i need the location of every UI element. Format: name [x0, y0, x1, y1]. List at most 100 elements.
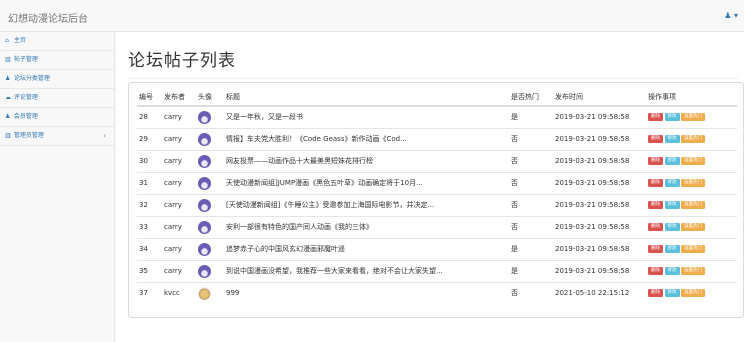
- post-time: 2019-03-21 09:58:58: [553, 127, 646, 150]
- post-title: 网友投票——动画作品十大最美黑短妹花排行榜: [224, 149, 509, 172]
- delete-button[interactable]: 删除: [648, 245, 663, 253]
- post-time: 2021-05-10 22:15:12: [553, 281, 646, 304]
- post-id: 35: [137, 259, 162, 282]
- sidebar-item-posts[interactable]: ▥ 帖子管理: [0, 51, 114, 70]
- post-id: 32: [137, 193, 162, 216]
- avatar: [198, 110, 211, 124]
- dashboard-icon: ⌂: [5, 37, 9, 44]
- column-header-actions: 操作事项: [646, 88, 737, 107]
- delete-button[interactable]: 删除: [648, 113, 663, 122]
- avatar-cell: [196, 281, 224, 304]
- avatar-cell: [196, 193, 224, 216]
- post-time: 2019-03-21 09:58:58: [553, 193, 646, 216]
- set-hot-button[interactable]: 设置热门: [681, 113, 705, 122]
- sidebar-item-members[interactable]: ♟ 会员管理: [0, 108, 114, 127]
- column-header-id: 编号: [137, 88, 162, 107]
- sidebar-item-admins[interactable]: ▥ 管理员管理 ‹: [0, 127, 114, 146]
- sidebar-item-label: 评论管理: [13, 94, 38, 101]
- set-hot-button[interactable]: 设置热门: [681, 289, 705, 298]
- post-hot-status: 否: [509, 171, 553, 194]
- post-title: 安利一部很有特色的国产同人动画《我的三体》: [224, 215, 509, 238]
- table-header-row: 编号 发布者 头像 标题 是否热门 发布时间 操作事项: [137, 88, 737, 107]
- post-id: 37: [137, 281, 162, 304]
- sidebar-item-comments[interactable]: ☁ 评论管理: [0, 89, 114, 108]
- actions-cell: 删除 修改 设置热门: [646, 171, 737, 194]
- divider: [128, 78, 738, 79]
- set-hot-button[interactable]: 设置热门: [681, 223, 705, 231]
- edit-button[interactable]: 修改: [664, 201, 680, 209]
- main-content: 论坛帖子列表 编号 发布者 头像 标题 是否热门 发布时间 操作事项 28 car…: [116, 32, 744, 342]
- post-hot-status: 否: [509, 127, 553, 150]
- avatar: [198, 286, 211, 300]
- avatar: [198, 264, 211, 278]
- set-hot-button[interactable]: 设置热门: [681, 201, 705, 209]
- delete-button[interactable]: 删除: [648, 289, 663, 298]
- table-row: 34 carry 追梦赤子心的中国风玄幻漫画邪魔叶遥是 2019-03-21 09:5…: [137, 237, 737, 260]
- delete-button[interactable]: 删除: [648, 201, 663, 209]
- post-id: 28: [137, 105, 162, 128]
- sidebar-item-categories[interactable]: ♟ 论坛分类管理: [0, 70, 114, 89]
- delete-button[interactable]: 删除: [648, 267, 663, 275]
- sidebar-item-label: 帖子管理: [13, 56, 38, 63]
- avatar: [198, 176, 211, 190]
- sidebar-item-label: 主页: [13, 37, 26, 44]
- edit-button[interactable]: 修改: [664, 289, 680, 298]
- actions-cell: 删除 修改 设置热门: [646, 149, 737, 172]
- post-author: carry: [162, 193, 196, 216]
- post-hot-status: 是: [509, 237, 553, 260]
- set-hot-button[interactable]: 设置热门: [681, 157, 705, 165]
- column-header-hot: 是否热门: [509, 88, 553, 107]
- avatar: [198, 154, 211, 168]
- avatar-cell: [196, 237, 224, 260]
- column-header-time: 发布时间: [553, 88, 646, 107]
- post-time: 2019-03-21 09:58:58: [553, 105, 646, 128]
- post-author: carry: [162, 259, 196, 282]
- edit-button[interactable]: 修改: [664, 157, 680, 165]
- sidebar-item-label: 论坛分类管理: [13, 75, 50, 82]
- user-icon: ♟: [5, 75, 11, 82]
- table-row: 33 carry 安利一部很有特色的国产同人动画《我的三体》否 2019-03-21 …: [137, 215, 737, 238]
- avatar: [198, 220, 211, 234]
- sidebar: ⌂ 主页 ▥ 帖子管理 ♟ 论坛分类管理 ☁ 评论管理 ♟ 会员管理 ▥ 管理员…: [0, 32, 115, 342]
- post-title: 999: [224, 281, 509, 304]
- set-hot-button[interactable]: 设置热门: [681, 179, 705, 187]
- post-author: carry: [162, 215, 196, 238]
- edit-button[interactable]: 修改: [664, 113, 680, 122]
- post-title: 天使动漫新闻组]JUMP漫画《黑色五叶草》动画确定将于10月...: [224, 171, 509, 194]
- post-hot-status: 是: [509, 105, 553, 128]
- post-time: 2019-03-21 09:58:58: [553, 215, 646, 238]
- delete-button[interactable]: 删除: [648, 223, 663, 231]
- sidebar-item-label: 会员管理: [13, 113, 38, 120]
- table-row: 37 kvcc 999 否 2021-05-10 22:15:12 删除 修改 设置热门: [137, 281, 737, 304]
- post-author: carry: [162, 171, 196, 194]
- table-row: 31 carry 天使动漫新闻组]JUMP漫画《黑色五叶草》动画确定将于10月...…: [137, 171, 737, 194]
- table-row: 29 carry 情报】车夫党大胜利！《Code Geass》新作动画《Cod...…: [137, 127, 737, 150]
- actions-cell: 删除 修改 设置热门: [646, 237, 737, 260]
- actions-cell: 删除 修改 设置热门: [646, 259, 737, 282]
- app-brand[interactable]: 幻想动漫论坛后台: [8, 10, 88, 25]
- table-row: 35 carry 到说中国漫画没希望，我推荐一些大家来看看，绝对不会让大家失望...…: [137, 259, 737, 282]
- set-hot-button[interactable]: 设置热门: [681, 245, 705, 253]
- edit-button[interactable]: 修改: [664, 135, 680, 143]
- set-hot-button[interactable]: 设置热门: [681, 267, 705, 275]
- sidebar-item-label: 管理员管理: [13, 132, 44, 139]
- sidebar-item-home[interactable]: ⌂ 主页: [0, 32, 114, 51]
- delete-button[interactable]: 删除: [648, 135, 663, 143]
- avatar-cell: [196, 259, 224, 282]
- actions-cell: 删除 修改 设置热门: [646, 193, 737, 216]
- post-id: 30: [137, 149, 162, 172]
- set-hot-button[interactable]: 设置热门: [681, 135, 705, 143]
- edit-button[interactable]: 修改: [664, 179, 680, 187]
- edit-button[interactable]: 修改: [664, 245, 680, 253]
- avatar: [198, 198, 211, 212]
- edit-button[interactable]: 修改: [664, 267, 680, 275]
- delete-button[interactable]: 删除: [648, 157, 663, 165]
- avatar-cell: [196, 105, 224, 128]
- delete-button[interactable]: 删除: [648, 179, 663, 187]
- post-author: carry: [162, 237, 196, 260]
- page-title: 论坛帖子列表: [128, 51, 236, 71]
- user-menu-icon[interactable]: ♟ ▾: [724, 11, 738, 20]
- chevron-left-icon[interactable]: ‹: [103, 127, 106, 145]
- actions-cell: 删除 修改 设置热门: [646, 215, 737, 238]
- edit-button[interactable]: 修改: [664, 223, 680, 231]
